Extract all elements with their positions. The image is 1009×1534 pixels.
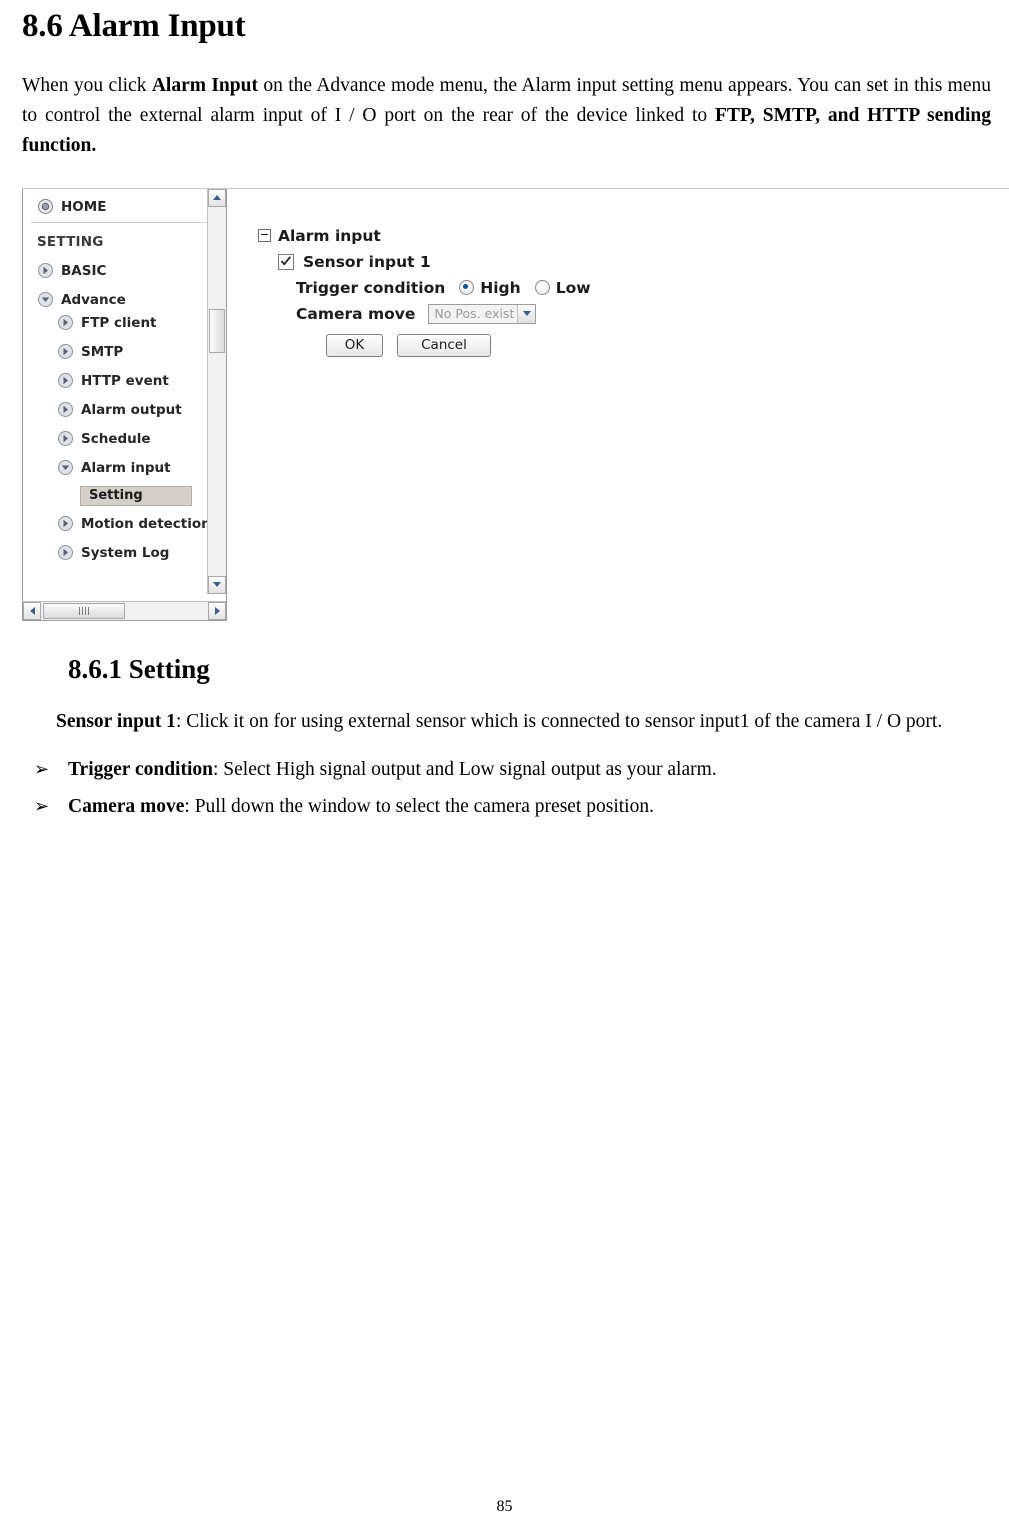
chevron-down-glyph	[522, 311, 531, 317]
trigger-high-radio[interactable]	[459, 280, 475, 296]
arrow-right-icon	[57, 372, 74, 389]
tree-item-home[interactable]: HOME	[37, 197, 106, 217]
arrow-right-icon	[57, 343, 74, 360]
arrow-right-icon	[57, 430, 74, 447]
bullet-text-trigger-condition: Trigger condition: Select High signal ou…	[68, 759, 717, 781]
camera-move-select[interactable]: No Pos. exist	[428, 303, 537, 324]
tree-item-home-label: HOME	[61, 198, 107, 215]
tree-item-ftp-client-label: FTP client	[81, 314, 157, 331]
arrow-down-icon	[57, 459, 74, 476]
chevron-down-icon[interactable]	[517, 304, 536, 323]
tree-item-setting-selected[interactable]: Setting	[80, 485, 192, 506]
tree-vertical-scrollbar[interactable]	[207, 188, 226, 594]
scroll-right-button[interactable]	[208, 601, 226, 620]
bullet-text-camera-move: Camera move: Pull down the window to sel…	[68, 795, 654, 817]
chevron-right-icon	[214, 606, 220, 615]
sensor-input-label: Sensor input 1	[303, 252, 431, 271]
bullet-marker-icon: ➢	[34, 795, 50, 816]
tree-item-alarm-output[interactable]: Alarm output	[57, 400, 182, 420]
tree-section-setting: SETTING	[37, 233, 104, 250]
embedded-screenshot: HOME SETTING BASIC Advance FTP client SM…	[22, 187, 1009, 624]
arrow-right-icon	[57, 314, 74, 331]
intro-paragraph: When you click Alarm Input on the Advanc…	[22, 75, 991, 157]
scroll-down-button[interactable]	[208, 575, 226, 594]
tree-item-alarm-input-label: Alarm input	[81, 459, 171, 476]
page-number: 85	[496, 1498, 513, 1515]
trigger-low-label: Low	[555, 278, 591, 297]
tree-item-schedule-label: Schedule	[81, 430, 151, 447]
trigger-condition-label: Trigger condition	[296, 278, 446, 297]
camera-move-label: Camera move	[296, 304, 416, 323]
scroll-left-button[interactable]	[23, 601, 41, 620]
home-icon	[37, 198, 54, 215]
tree-item-system-log[interactable]: System Log	[57, 543, 169, 563]
arrow-right-icon	[37, 262, 54, 279]
page-title: 8.6 Alarm Input	[22, 8, 246, 44]
horizontal-scroll-thumb[interactable]	[43, 602, 125, 619]
tree-item-basic[interactable]: BASIC	[37, 261, 106, 281]
form-buttons: OK Cancel	[326, 333, 591, 357]
document-page: 8.6 Alarm Input When you click Alarm Inp…	[0, 8, 1009, 1534]
tree-item-http-event-label: HTTP event	[81, 372, 169, 389]
subsection-title: 8.6.1 Setting	[68, 653, 210, 684]
tree-divider	[31, 221, 207, 223]
arrow-right-icon	[57, 515, 74, 532]
camera-move-select-value: No Pos. exist	[434, 306, 515, 322]
ok-button[interactable]: OK	[326, 333, 383, 357]
bullet-list: ➢ Trigger condition: Select High signal …	[32, 755, 991, 821]
settings-tree-panel: HOME SETTING BASIC Advance FTP client SM…	[22, 188, 227, 621]
tree-item-setting-label: Setting	[89, 488, 143, 504]
tree-item-alarm-output-label: Alarm output	[81, 401, 182, 418]
tree-horizontal-scrollbar[interactable]	[23, 600, 226, 620]
tree-item-http-event[interactable]: HTTP event	[57, 371, 169, 391]
tree-item-advance-label: Advance	[61, 291, 126, 308]
alarm-input-group-title: Alarm input	[258, 227, 591, 245]
trigger-condition-row: Trigger condition High Low	[296, 279, 591, 297]
trigger-high-label: High	[480, 278, 521, 297]
trigger-low-radio[interactable]	[534, 280, 550, 296]
bullet-item-camera-move: ➢ Camera move: Pull down the window to s…	[32, 792, 991, 822]
grip-icon	[79, 606, 89, 615]
chevron-down-icon	[213, 582, 221, 588]
tree-item-smtp[interactable]: SMTP	[57, 342, 123, 362]
tree-item-ftp-client[interactable]: FTP client	[57, 313, 157, 333]
collapse-icon[interactable]	[258, 229, 271, 243]
page-content: 8.6 Alarm Input When you click Alarm Inp…	[0, 8, 1009, 822]
tree-item-system-log-label: System Log	[81, 544, 170, 561]
tree-item-schedule[interactable]: Schedule	[57, 429, 151, 449]
bullet-item-trigger-condition: ➢ Trigger condition: Select High signal …	[32, 755, 991, 785]
vertical-scroll-thumb[interactable]	[209, 308, 225, 353]
tree-item-smtp-label: SMTP	[81, 343, 124, 360]
chevron-up-icon	[213, 195, 221, 201]
tree-item-alarm-input[interactable]: Alarm input	[57, 458, 171, 478]
tree-item-motion-detection-label: Motion detection	[81, 515, 208, 532]
arrow-right-icon	[57, 401, 74, 418]
sensor-input-checkbox[interactable]	[278, 253, 294, 270]
scroll-up-button[interactable]	[208, 188, 226, 207]
check-icon	[280, 255, 291, 266]
tree-item-basic-label: BASIC	[61, 262, 107, 279]
arrow-down-icon	[37, 291, 54, 308]
chevron-left-icon	[29, 606, 35, 615]
subsection-paragraph: Sensor input 1: Click it on for using ex…	[56, 710, 943, 732]
tree-item-advance[interactable]: Advance	[37, 290, 126, 310]
alarm-input-form: Alarm input Sensor input 1 Trigger condi…	[258, 227, 591, 357]
tree-scroll-area: HOME SETTING BASIC Advance FTP client SM…	[23, 189, 208, 594]
sensor-input-row: Sensor input 1	[278, 253, 591, 271]
tree-item-motion-detection[interactable]: Motion detection	[57, 514, 208, 534]
alarm-input-group-title-label: Alarm input	[278, 226, 381, 245]
camera-move-row: Camera move No Pos. exist	[296, 303, 591, 324]
bullet-marker-icon: ➢	[34, 759, 50, 780]
cancel-button[interactable]: Cancel	[397, 333, 491, 357]
arrow-right-icon	[57, 544, 74, 561]
